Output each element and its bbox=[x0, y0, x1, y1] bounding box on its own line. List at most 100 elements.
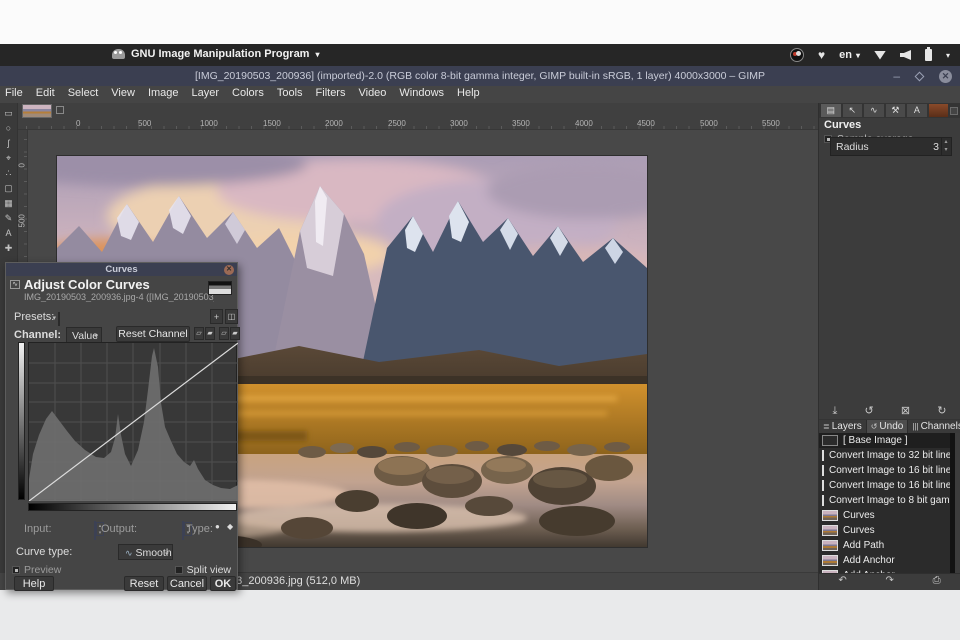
delete-settings-icon[interactable]: ⊠ bbox=[901, 405, 910, 417]
preset-add-button[interactable]: + bbox=[210, 309, 223, 324]
reset-channel-button[interactable]: Reset Channel bbox=[116, 326, 190, 342]
dialog-titlebar[interactable]: Curves bbox=[6, 263, 237, 276]
menu-windows[interactable]: Windows bbox=[399, 87, 444, 103]
paths-tool-icon[interactable]: ✎ bbox=[5, 213, 13, 223]
free-select-tool-icon[interactable]: ʃ bbox=[8, 138, 10, 148]
preview-option[interactable]: Preview bbox=[12, 564, 61, 576]
language-indicator[interactable]: en ▾ bbox=[839, 49, 860, 61]
curve-type-dropdown[interactable]: ∿ Smooth ▾ bbox=[118, 544, 173, 560]
type-label: Type: bbox=[186, 523, 213, 535]
wifi-icon[interactable] bbox=[873, 50, 886, 60]
paths-tab-icon[interactable]: ∿ bbox=[864, 104, 884, 117]
ellipse-select-tool-icon[interactable]: ○ bbox=[6, 123, 11, 133]
select-by-color-tool-icon[interactable]: ∴ bbox=[6, 168, 12, 178]
cancel-button[interactable]: Cancel bbox=[167, 576, 207, 591]
undo-step-icon[interactable]: ↶ bbox=[838, 575, 846, 586]
ok-button[interactable]: OK bbox=[210, 576, 236, 591]
split-view-checkbox[interactable] bbox=[174, 566, 183, 574]
preview-checkbox[interactable] bbox=[12, 566, 20, 574]
history-item[interactable]: Curves bbox=[819, 523, 950, 538]
history-item[interactable]: Add Anchor bbox=[819, 553, 950, 568]
chevron-down-icon: ▾ bbox=[52, 315, 56, 322]
history-item[interactable]: Convert Image to 16 bit linea bbox=[819, 478, 950, 493]
tab-undo[interactable]: ↺ Undo bbox=[866, 420, 909, 433]
tab-layers[interactable]: ≣ Layers bbox=[819, 420, 867, 433]
tools-tab-icon[interactable]: ⚒ bbox=[885, 104, 906, 117]
close-button[interactable]: ✕ bbox=[939, 69, 952, 83]
transform-tool-icon[interactable]: ▦ bbox=[4, 198, 13, 208]
fuzzy-select-tool-icon[interactable]: ⌖ bbox=[6, 153, 11, 163]
spin-up-icon[interactable]: ▴ bbox=[944, 139, 947, 145]
channel-dropdown[interactable]: Value ▾ bbox=[66, 327, 102, 343]
split-view-option[interactable]: Split view bbox=[174, 564, 231, 576]
battery-icon[interactable] bbox=[924, 47, 932, 61]
menu-file[interactable]: File bbox=[5, 87, 23, 103]
curve-plot-svg bbox=[28, 342, 239, 502]
point-type-smooth-icon[interactable]: ● bbox=[215, 522, 220, 531]
channels-icon: ||| bbox=[912, 422, 919, 431]
history-item[interactable]: Add Path bbox=[819, 538, 950, 553]
redo-step-icon[interactable]: ↷ bbox=[885, 575, 893, 586]
volume-icon[interactable] bbox=[899, 50, 911, 60]
history-thumbnail bbox=[822, 465, 824, 476]
reset-settings-icon[interactable]: ↻ bbox=[937, 405, 946, 417]
menu-view[interactable]: View bbox=[111, 87, 135, 103]
menu-colors[interactable]: Colors bbox=[232, 87, 264, 103]
crop-tool-icon[interactable]: ▢ bbox=[4, 183, 13, 193]
dialog-close-icon[interactable]: ✕ bbox=[224, 265, 234, 275]
minimize-button[interactable]: – bbox=[893, 69, 900, 83]
app-menu[interactable]: GNU Image Manipulation Program ▾ bbox=[112, 48, 319, 60]
history-scrollbar[interactable] bbox=[950, 433, 955, 573]
tool-options-tab-icon[interactable]: ▤ bbox=[821, 104, 841, 117]
move-tool-icon[interactable]: ✚ bbox=[5, 243, 13, 253]
presets-label: Presets: bbox=[14, 311, 55, 323]
point-type-corner-icon[interactable]: ◆ bbox=[227, 522, 233, 531]
obs-tray-icon[interactable] bbox=[790, 48, 804, 62]
curves-dialog[interactable]: Curves ✕ ∿ Adjust Color Curves IMG_20190… bbox=[5, 262, 240, 591]
curve-plot[interactable] bbox=[28, 342, 239, 502]
fonts-tab-icon[interactable]: A bbox=[907, 104, 927, 117]
input-spinbox[interactable]: ▴ ▾ bbox=[94, 521, 104, 540]
horizontal-ruler[interactable]: 0 500 1000 1500 2000 2500 3000 3500 4000… bbox=[18, 119, 818, 130]
preset-menu-button[interactable]: ◫ bbox=[225, 309, 238, 324]
reset-button[interactable]: Reset bbox=[124, 576, 164, 591]
text-tool-icon[interactable]: A bbox=[5, 228, 11, 238]
menu-image[interactable]: Image bbox=[148, 87, 179, 103]
image-tab-menu-icon[interactable] bbox=[56, 106, 64, 114]
linear-histogram-toggle[interactable]: ▱ bbox=[194, 327, 204, 340]
grid-toggle-2[interactable]: ▰ bbox=[230, 327, 240, 340]
output-spinbox[interactable]: ▴ ▾ bbox=[182, 521, 192, 540]
rect-select-tool-icon[interactable]: ▭ bbox=[4, 108, 13, 118]
history-item[interactable]: Curves bbox=[819, 508, 950, 523]
window-titlebar[interactable]: [IMG_20190503_200936] (imported)-2.0 (RG… bbox=[0, 66, 960, 86]
menu-help[interactable]: Help bbox=[457, 87, 480, 103]
image-tab-thumbnail[interactable] bbox=[22, 104, 52, 118]
log-histogram-toggle[interactable]: ▰ bbox=[205, 327, 215, 340]
help-button[interactable]: Help bbox=[14, 576, 54, 591]
history-item[interactable]: Convert Image to 16 bit linea bbox=[819, 463, 950, 478]
history-item[interactable]: [ Base Image ] bbox=[819, 433, 950, 448]
system-menu-caret-icon[interactable]: ▾ bbox=[946, 51, 950, 60]
gradients-tab-icon[interactable] bbox=[928, 104, 949, 117]
spin-down-icon[interactable]: ▾ bbox=[944, 147, 947, 153]
dock-menu-button[interactable] bbox=[950, 106, 959, 115]
restore-settings-icon[interactable]: ↺ bbox=[865, 405, 874, 417]
menu-edit[interactable]: Edit bbox=[36, 87, 55, 103]
menu-tools[interactable]: Tools bbox=[277, 87, 303, 103]
menu-filters[interactable]: Filters bbox=[316, 87, 346, 103]
tray-app-icon[interactable]: ♥ bbox=[818, 49, 825, 61]
menu-select[interactable]: Select bbox=[68, 87, 99, 103]
radius-spinner[interactable]: ▴ ▾ bbox=[941, 138, 950, 155]
maximize-button[interactable] bbox=[914, 71, 925, 81]
menu-video[interactable]: Video bbox=[358, 87, 386, 103]
tab-channels[interactable]: ||| Channels bbox=[908, 420, 960, 433]
history-item[interactable]: Convert Image to 8 bit gamm bbox=[819, 493, 950, 508]
menu-layer[interactable]: Layer bbox=[192, 87, 220, 103]
history-item[interactable]: Convert Image to 32 bit linea bbox=[819, 448, 950, 463]
grid-toggle-1[interactable]: ▱ bbox=[219, 327, 229, 340]
device-status-tab-icon[interactable]: ↖ bbox=[842, 104, 863, 117]
clear-history-icon[interactable]: ⎙ bbox=[933, 575, 941, 586]
radius-slider[interactable]: Radius 3 ▴ ▾ bbox=[830, 137, 952, 156]
save-settings-icon[interactable]: ⤓ bbox=[833, 405, 838, 417]
presets-dropdown[interactable]: ▾ bbox=[52, 312, 60, 326]
